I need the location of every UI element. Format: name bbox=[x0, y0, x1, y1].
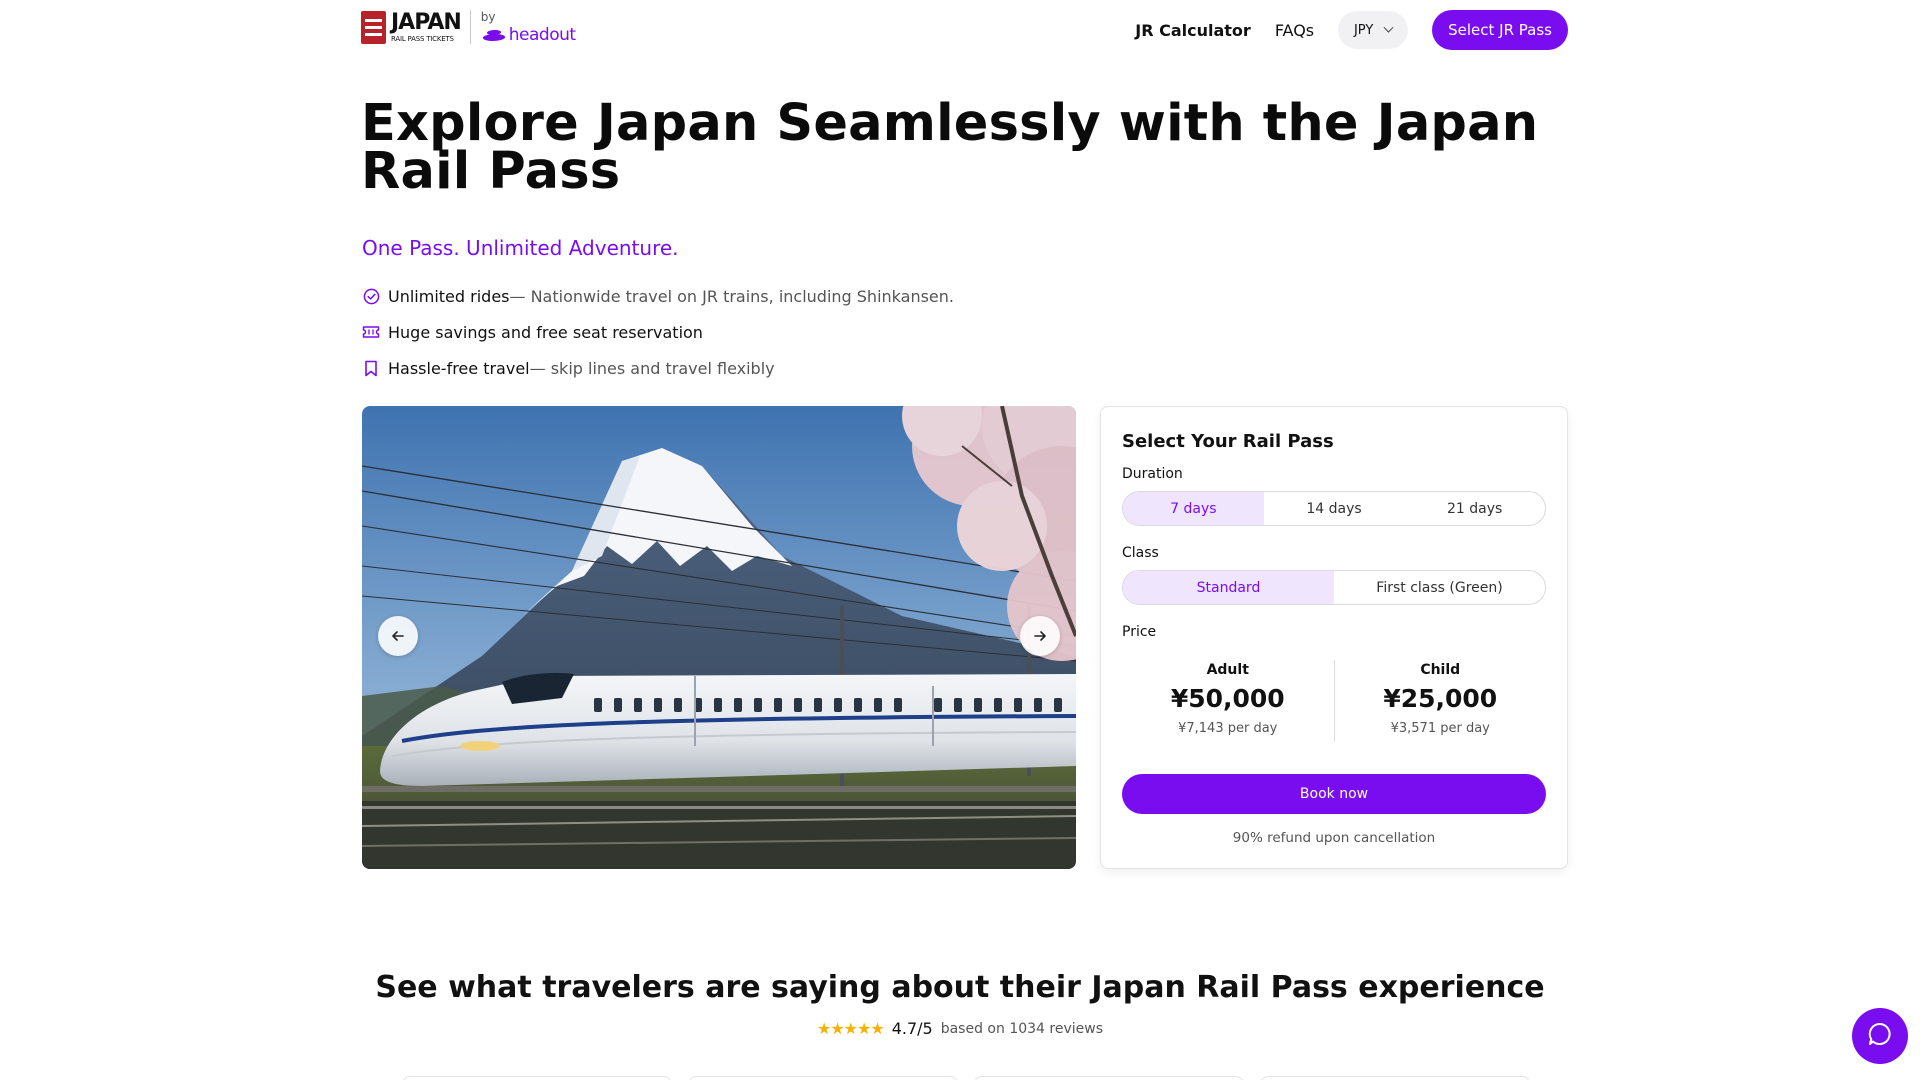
review-card[interactable] bbox=[688, 1076, 958, 1080]
chat-button[interactable] bbox=[1852, 1008, 1908, 1064]
headout-logo-icon bbox=[481, 28, 507, 42]
hero-tagline: One Pass. Unlimited Adventure. bbox=[362, 236, 679, 260]
child-label: Child bbox=[1420, 662, 1461, 678]
main-nav: JR Calculator FAQs JPY Select JR Pass bbox=[1135, 10, 1568, 50]
logo-title: JAPAN bbox=[391, 9, 462, 35]
currency-selector[interactable]: JPY bbox=[1338, 11, 1409, 49]
feature-list: Unlimited rides — Nationwide travel on J… bbox=[362, 278, 954, 386]
review-card[interactable] bbox=[1260, 1076, 1530, 1080]
class-option-first-class[interactable]: First class (Green) bbox=[1334, 571, 1545, 604]
review-card[interactable] bbox=[402, 1076, 672, 1080]
child-price: Child ¥25,000 ¥3,571 per day bbox=[1335, 662, 1547, 744]
class-selector: Standard First class (Green) bbox=[1122, 570, 1546, 605]
child-price-per-day: ¥3,571 per day bbox=[1390, 721, 1490, 736]
adult-price-amount: ¥50,000 bbox=[1170, 684, 1285, 713]
duration-selector: 7 days 14 days 21 days bbox=[1122, 491, 1546, 526]
reviews-heading: See what travelers are saying about thei… bbox=[375, 970, 1545, 1005]
chat-bubble-icon bbox=[1867, 1021, 1893, 1051]
duration-label: Duration bbox=[1122, 466, 1183, 482]
duration-option-14-days[interactable]: 14 days bbox=[1264, 492, 1405, 525]
star-rating-icon: ★★★★★ bbox=[816, 1019, 885, 1038]
feature-item: Huge savings and free seat reservation bbox=[362, 314, 954, 350]
site-header: JAPAN RAIL PASS TICKETS by headout JR Ca… bbox=[0, 0, 1920, 56]
adult-price: Adult ¥50,000 ¥7,143 per day bbox=[1122, 662, 1334, 744]
logo-subtitle: RAIL PASS TICKETS bbox=[391, 34, 454, 43]
check-circle-icon bbox=[362, 287, 380, 305]
hero-image-carousel[interactable] bbox=[362, 406, 1076, 869]
feature-title: Hassle-free travel bbox=[388, 358, 530, 378]
ticket-icon bbox=[362, 323, 380, 341]
adult-price-per-day: ¥7,143 per day bbox=[1178, 721, 1278, 736]
duration-option-21-days[interactable]: 21 days bbox=[1404, 492, 1545, 525]
class-option-standard[interactable]: Standard bbox=[1123, 571, 1334, 604]
logo-divider bbox=[469, 10, 471, 44]
rail-pass-booking-panel: Select Your Rail Pass Duration 7 days 14… bbox=[1100, 406, 1568, 869]
rail-logo-icon bbox=[361, 10, 386, 44]
by-label: by bbox=[480, 9, 496, 24]
carousel-prev-button[interactable] bbox=[378, 616, 418, 656]
feature-description: — skip lines and travel flexibly bbox=[529, 358, 775, 378]
panel-title: Select Your Rail Pass bbox=[1122, 431, 1334, 452]
refund-note: 90% refund upon cancellation bbox=[1232, 830, 1436, 846]
nav-jr-calculator[interactable]: JR Calculator bbox=[1135, 21, 1251, 40]
rating-summary: ★★★★★ 4.7/5 based on 1034 reviews bbox=[0, 1019, 1920, 1038]
price-breakdown: Adult ¥50,000 ¥7,143 per day Child ¥25,0… bbox=[1122, 660, 1547, 744]
partner-name: headout bbox=[508, 24, 576, 45]
feature-description: — Nationwide travel on JR trains, includ… bbox=[509, 286, 954, 306]
book-now-button[interactable]: Book now bbox=[1122, 774, 1546, 814]
feature-title: Huge savings and free seat reservation bbox=[388, 322, 703, 342]
duration-option-7-days[interactable]: 7 days bbox=[1123, 492, 1264, 525]
currency-value: JPY bbox=[1353, 22, 1374, 38]
select-jr-pass-button[interactable]: Select JR Pass bbox=[1432, 10, 1568, 50]
review-card[interactable] bbox=[974, 1076, 1244, 1080]
chevron-down-icon bbox=[1383, 22, 1394, 33]
arrow-left-icon bbox=[391, 629, 405, 643]
review-count: based on 1034 reviews bbox=[940, 1020, 1103, 1037]
bookmark-icon bbox=[362, 359, 380, 377]
arrow-right-icon bbox=[1033, 629, 1047, 643]
carousel-next-button[interactable] bbox=[1020, 616, 1060, 656]
price-label: Price bbox=[1122, 624, 1157, 640]
page-title: Explore Japan Seamlessly with the Japan … bbox=[361, 94, 1539, 201]
feature-item: Unlimited rides — Nationwide travel on J… bbox=[362, 278, 954, 314]
feature-title: Unlimited rides bbox=[388, 286, 510, 306]
adult-label: Adult bbox=[1206, 662, 1249, 678]
nav-faqs[interactable]: FAQs bbox=[1275, 21, 1314, 40]
shinkansen-fuji-image bbox=[362, 406, 1076, 869]
child-price-amount: ¥25,000 bbox=[1383, 684, 1498, 713]
brand-logo[interactable]: JAPAN RAIL PASS TICKETS by headout bbox=[361, 10, 576, 44]
rating-score: 4.7/5 bbox=[891, 1019, 933, 1038]
class-label: Class bbox=[1122, 545, 1159, 561]
feature-item: Hassle-free travel — skip lines and trav… bbox=[362, 350, 954, 386]
